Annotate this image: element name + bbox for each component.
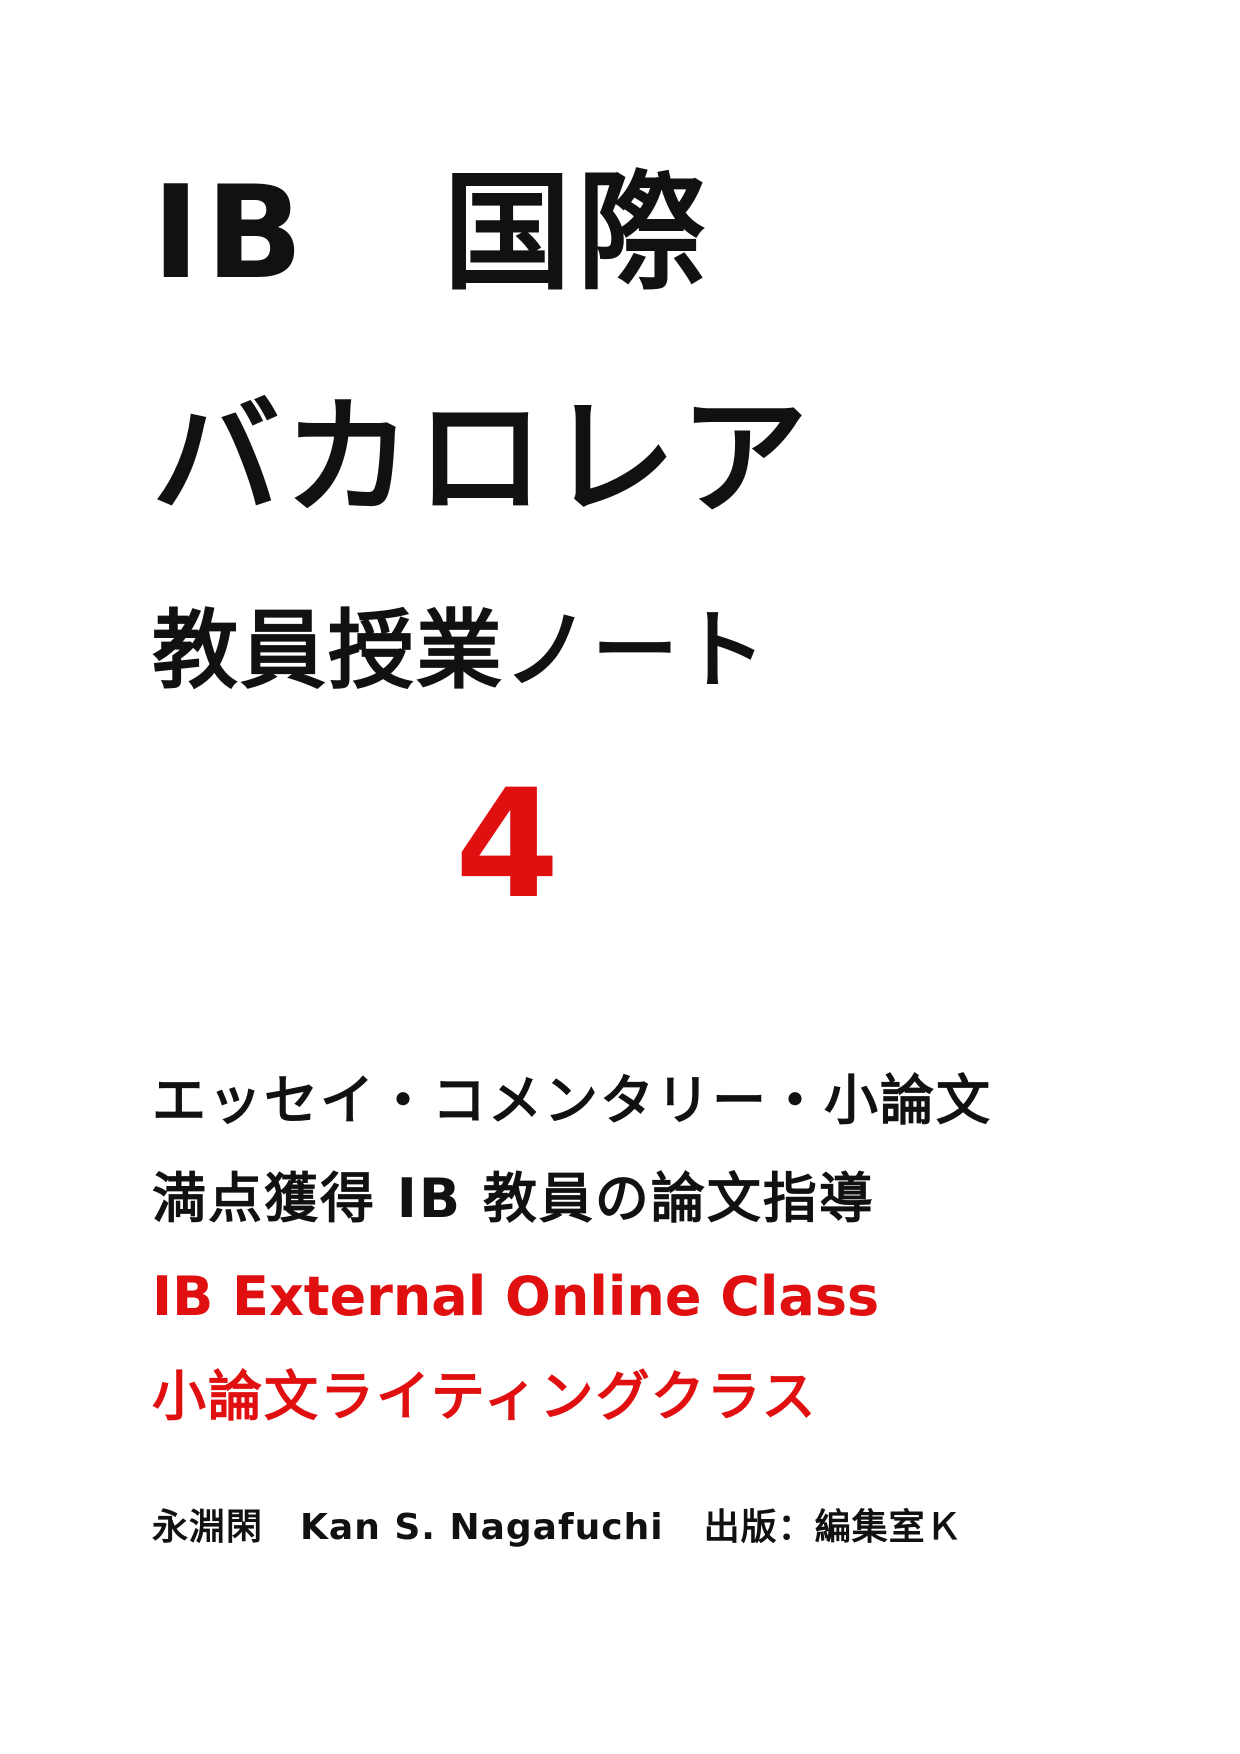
title-line-teacher-notes: 教員授業ノート	[152, 601, 768, 701]
publisher-name: 出版：編集室Ｋ	[703, 1507, 963, 1548]
title-line-ib: IB 国際	[152, 159, 712, 308]
subtitle-external-online-class: IB External Online Class	[152, 1265, 880, 1328]
subtitle-essay-commentary: エッセイ・コメンタリー・小論文	[152, 1069, 992, 1132]
credit-line: 永淵閑 Kan S. Nagafuchi 出版：編集室Ｋ	[152, 1510, 963, 1546]
subtitle-full-marks-guidance: 満点獲得 IB 教員の論文指導	[152, 1167, 875, 1230]
author-name: 永淵閑 Kan S. Nagafuchi	[152, 1507, 664, 1548]
volume-number: 4	[455, 758, 562, 932]
title-line-baccalaureate: バカロレア	[152, 384, 813, 533]
subtitle-writing-class: 小論文ライティングクラス	[152, 1365, 818, 1428]
